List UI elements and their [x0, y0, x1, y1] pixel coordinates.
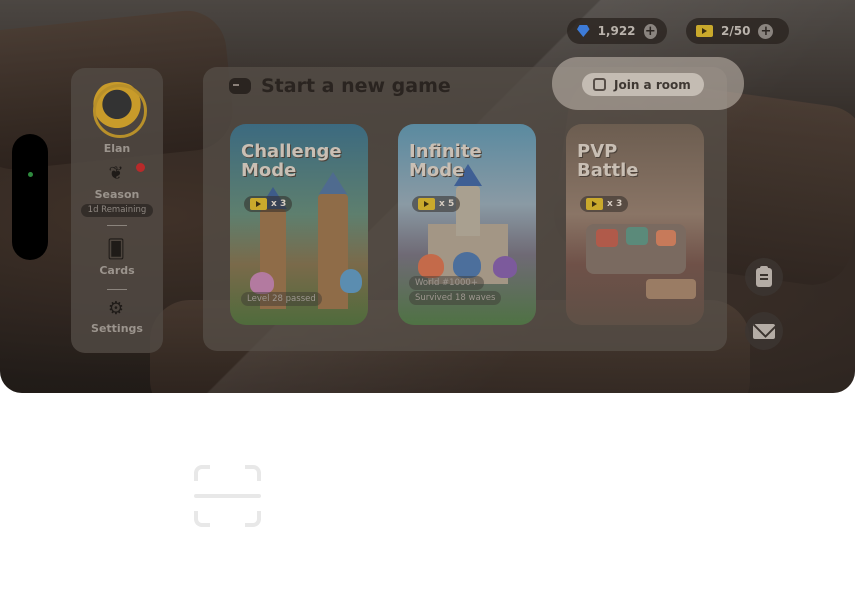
add-tickets-button[interactable]: +	[758, 23, 774, 39]
gamepad-icon	[229, 78, 251, 94]
cards-label[interactable]: Cards	[71, 264, 163, 277]
mode-cost-value: x 3	[607, 199, 623, 209]
mode-title-line2: Battle	[577, 160, 639, 181]
mode-card-challenge[interactable]: Challenge Mode x 3 Level 28 passed	[230, 124, 368, 325]
add-gems-button[interactable]: +	[643, 23, 657, 39]
gear-icon[interactable]: ⚙	[105, 299, 127, 319]
game-background: 1,922 + 2/50 + Elan ❦ Season 1d Remainin…	[0, 0, 855, 393]
season-label[interactable]: Season	[71, 188, 163, 201]
ticket-icon	[696, 25, 713, 37]
illustration	[418, 254, 444, 278]
scan-corner	[194, 465, 210, 481]
join-room-button[interactable]: Join a room	[582, 73, 704, 96]
scan-corner	[245, 465, 261, 481]
laurel-icon[interactable]: ❦	[105, 164, 127, 184]
avatar[interactable]	[87, 82, 147, 138]
gems-value: 1,922	[597, 24, 636, 38]
mode-cost-value: x 3	[271, 199, 287, 209]
mode-card-pvp[interactable]: PVP Battle x 3	[566, 124, 704, 325]
player-name: Elan	[103, 142, 131, 155]
sidebar: Elan ❦ Season 1d Remaining 🂠 Cards ⚙ Set…	[71, 68, 163, 353]
mode-title-line2: Mode	[241, 160, 297, 181]
side-handle[interactable]	[12, 134, 48, 260]
scan-icon[interactable]	[194, 465, 261, 527]
ticket-icon	[586, 198, 603, 210]
mode-cost: x 5	[412, 196, 461, 212]
gem-icon	[577, 25, 590, 37]
mode-title-line1: Infinite	[409, 141, 482, 162]
illustration	[250, 272, 274, 294]
clipboard-icon	[756, 265, 772, 287]
divider	[107, 289, 127, 290]
mode-card-infinite[interactable]: Infinite Mode x 5 World #1000+ Survived 1…	[398, 124, 536, 325]
illustration	[626, 227, 648, 245]
illustration	[340, 269, 362, 293]
illustration	[646, 279, 696, 299]
notification-badge	[136, 163, 145, 172]
join-room-label: Join a room	[614, 77, 691, 92]
scan-corner	[245, 511, 261, 527]
mode-cost: x 3	[580, 196, 629, 212]
illustration	[493, 256, 517, 278]
tasks-button[interactable]	[745, 258, 783, 296]
illustration	[456, 186, 480, 236]
cards-icon[interactable]: 🂠	[105, 240, 127, 260]
mail-button[interactable]	[745, 312, 783, 350]
mode-cost-value: x 5	[439, 199, 455, 209]
ticket-icon	[250, 198, 267, 210]
mode-world: World #1000+	[409, 276, 484, 290]
ticket-icon	[418, 198, 435, 210]
season-remaining: 1d Remaining	[81, 204, 153, 217]
scan-icon	[593, 78, 606, 91]
tickets-value: 2/50	[721, 24, 751, 38]
panel-header: Start a new game	[229, 74, 451, 98]
mode-title: PVP Battle	[577, 142, 638, 180]
mode-title-line1: PVP	[577, 141, 618, 162]
mail-icon	[753, 323, 775, 339]
mode-title-line2: Mode	[409, 160, 465, 181]
mode-title: Challenge Mode	[241, 142, 342, 180]
gems-counter: 1,922 +	[567, 18, 667, 44]
mode-cost: x 3	[244, 196, 293, 212]
scan-corner	[194, 511, 210, 527]
panel-title: Start a new game	[261, 75, 451, 97]
status-dot	[28, 172, 33, 177]
mode-waves: Survived 18 waves	[409, 291, 502, 305]
tickets-counter: 2/50 +	[686, 18, 789, 44]
mode-title-line1: Challenge	[241, 141, 342, 162]
illustration	[596, 229, 618, 247]
illustration	[453, 252, 481, 278]
settings-label[interactable]: Settings	[71, 322, 163, 335]
divider	[107, 225, 127, 226]
mode-progress: Level 28 passed	[241, 292, 322, 306]
illustration	[656, 230, 676, 246]
mode-title: Infinite Mode	[409, 142, 482, 180]
scan-line	[194, 494, 261, 498]
